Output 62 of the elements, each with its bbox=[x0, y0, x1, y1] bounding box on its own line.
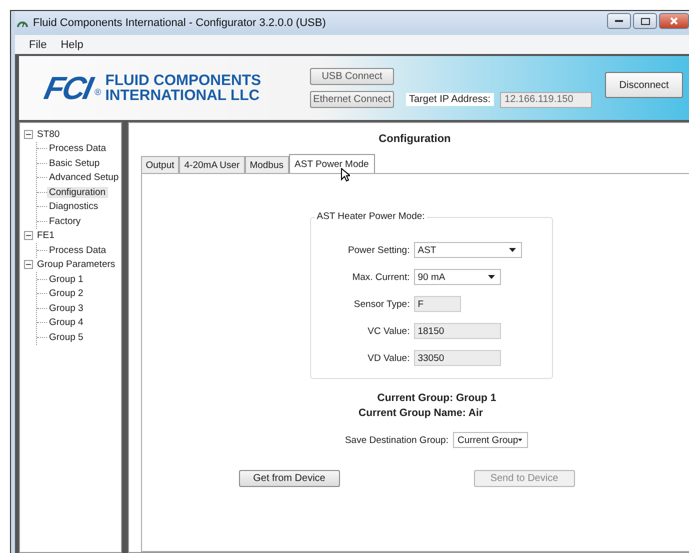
dropdown[interactable]: AST bbox=[414, 242, 522, 258]
dropdown[interactable]: 90 mA bbox=[414, 269, 501, 285]
tree-item[interactable]: Factory bbox=[47, 216, 83, 227]
company-logo: FCI bbox=[41, 70, 94, 106]
dropdown[interactable]: Current Group bbox=[453, 432, 528, 448]
close-button[interactable] bbox=[659, 13, 689, 29]
group-title: AST Heater Power Mode: bbox=[314, 211, 427, 222]
gauge-icon bbox=[17, 18, 28, 28]
disconnect-button[interactable]: Disconnect bbox=[605, 72, 683, 98]
tree-item[interactable]: Diagnostics bbox=[47, 201, 100, 212]
current-group-text: Current Group: Group 1 bbox=[377, 392, 496, 404]
ethernet-connect-button[interactable]: Ethernet Connect bbox=[310, 91, 394, 108]
tab[interactable]: Modbus bbox=[244, 156, 289, 173]
tree-item[interactable]: Process Data bbox=[47, 244, 108, 256]
readonly-field: F bbox=[414, 296, 461, 312]
ip-label: Target IP Address: bbox=[406, 93, 494, 106]
panel-title: Configuration bbox=[378, 133, 451, 145]
tree-item[interactable]: Group 5 bbox=[47, 332, 86, 343]
collapse-icon[interactable] bbox=[24, 231, 33, 240]
readonly-field: 18150 bbox=[414, 323, 501, 339]
field-label: Save Destination Group: bbox=[344, 434, 448, 446]
registered-mark: ® bbox=[94, 86, 102, 96]
maximize-button[interactable] bbox=[633, 13, 657, 29]
tree-item[interactable]: Configuration bbox=[47, 186, 108, 198]
close-icon bbox=[670, 17, 678, 25]
current-group-name-text: Current Group Name: Air bbox=[358, 407, 483, 419]
collapse-icon[interactable] bbox=[24, 130, 33, 139]
dropdown-arrow-icon bbox=[508, 248, 516, 252]
tree-item[interactable]: Basic Setup bbox=[47, 158, 102, 169]
minimize-button[interactable] bbox=[607, 13, 631, 29]
menu-item[interactable]: Help bbox=[60, 38, 84, 50]
field-label: VC Value: bbox=[366, 326, 411, 336]
tab[interactable]: AST Power Mode bbox=[288, 154, 375, 174]
dropdown-arrow-icon bbox=[488, 275, 495, 279]
tree-item[interactable]: Group Parameters bbox=[35, 259, 118, 270]
maximize-icon bbox=[640, 18, 650, 24]
field-label: VD Value: bbox=[366, 352, 411, 364]
readonly-field: 33050 bbox=[414, 350, 501, 366]
tree-item[interactable]: ST80 bbox=[35, 128, 62, 140]
collapse-icon[interactable] bbox=[24, 260, 33, 270]
tree-item[interactable]: Group 3 bbox=[47, 302, 86, 314]
tab[interactable]: Output bbox=[140, 156, 180, 173]
device-button[interactable]: Get from Device bbox=[238, 470, 340, 487]
field-label: Sensor Type: bbox=[352, 298, 411, 310]
tree-item[interactable]: Group 4 bbox=[47, 317, 86, 328]
tab[interactable]: 4-20mA User bbox=[179, 156, 245, 173]
tree-item[interactable]: Group 1 bbox=[47, 274, 86, 285]
menu-item[interactable]: File bbox=[29, 38, 47, 50]
window-title: Fluid Components International - Configurator 3.2.0.0 (USB) bbox=[33, 17, 326, 29]
minimize-icon bbox=[615, 20, 623, 22]
tree-item[interactable]: Process Data bbox=[47, 143, 108, 154]
mouse-cursor-icon bbox=[341, 168, 350, 182]
company-name: INTERNATIONAL LLC bbox=[105, 88, 261, 103]
company-name: FLUID COMPONENTS bbox=[105, 73, 262, 88]
tree-item[interactable]: Advanced Setup bbox=[47, 172, 121, 184]
dropdown-arrow-icon bbox=[518, 438, 522, 442]
tree-item[interactable]: FE1 bbox=[35, 230, 56, 242]
field-label: Max. Current: bbox=[351, 272, 411, 282]
tree-item[interactable]: Group 2 bbox=[47, 288, 86, 300]
usb-connect-button[interactable]: USB Connect bbox=[310, 68, 394, 85]
ip-field[interactable]: 12.166.119.150 bbox=[500, 92, 592, 108]
field-label: Power Setting: bbox=[346, 244, 411, 256]
